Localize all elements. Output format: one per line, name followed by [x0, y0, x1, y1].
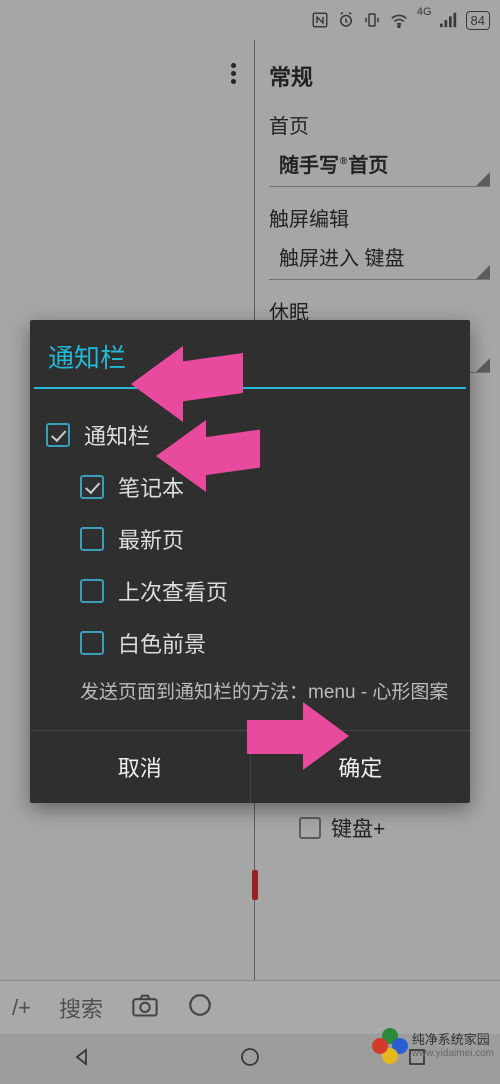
option-last-viewed[interactable]: 上次查看页: [46, 565, 454, 617]
watermark: 纯净系统家园 www.yidaimei.com: [372, 1028, 494, 1064]
watermark-title: 纯净系统家园: [412, 1033, 494, 1047]
checkbox-icon: [46, 423, 70, 447]
option-label: 上次查看页: [118, 575, 228, 607]
option-notification-bar[interactable]: 通知栏: [46, 409, 454, 461]
dialog-title: 通知栏: [30, 320, 470, 387]
checkbox-icon: [80, 579, 104, 603]
confirm-button[interactable]: 确定: [250, 731, 471, 803]
checkbox-icon: [80, 527, 104, 551]
option-label: 白色前景: [118, 627, 206, 659]
option-latest-page[interactable]: 最新页: [46, 513, 454, 565]
option-label: 最新页: [118, 523, 184, 555]
dialog-footer: 取消 确定: [30, 730, 470, 803]
checkbox-icon: [80, 475, 104, 499]
dialog-body: 通知栏 笔记本 最新页 上次查看页 白色前景 发送页面到通知栏的方法：menu …: [30, 389, 470, 730]
option-label: 笔记本: [118, 471, 184, 503]
notification-bar-dialog: 通知栏 通知栏 笔记本 最新页 上次查看页 白色前景 发送页面到通知栏的方法：m…: [30, 320, 470, 803]
watermark-url: www.yidaimei.com: [412, 1048, 494, 1059]
cancel-button[interactable]: 取消: [30, 731, 250, 803]
option-white-foreground[interactable]: 白色前景: [46, 617, 454, 669]
checkbox-icon: [80, 631, 104, 655]
option-notebook[interactable]: 笔记本: [46, 461, 454, 513]
watermark-logo-icon: [372, 1028, 408, 1064]
dialog-hint: 发送页面到通知栏的方法：menu - 心形图案: [46, 669, 454, 720]
option-label: 通知栏: [84, 419, 150, 451]
